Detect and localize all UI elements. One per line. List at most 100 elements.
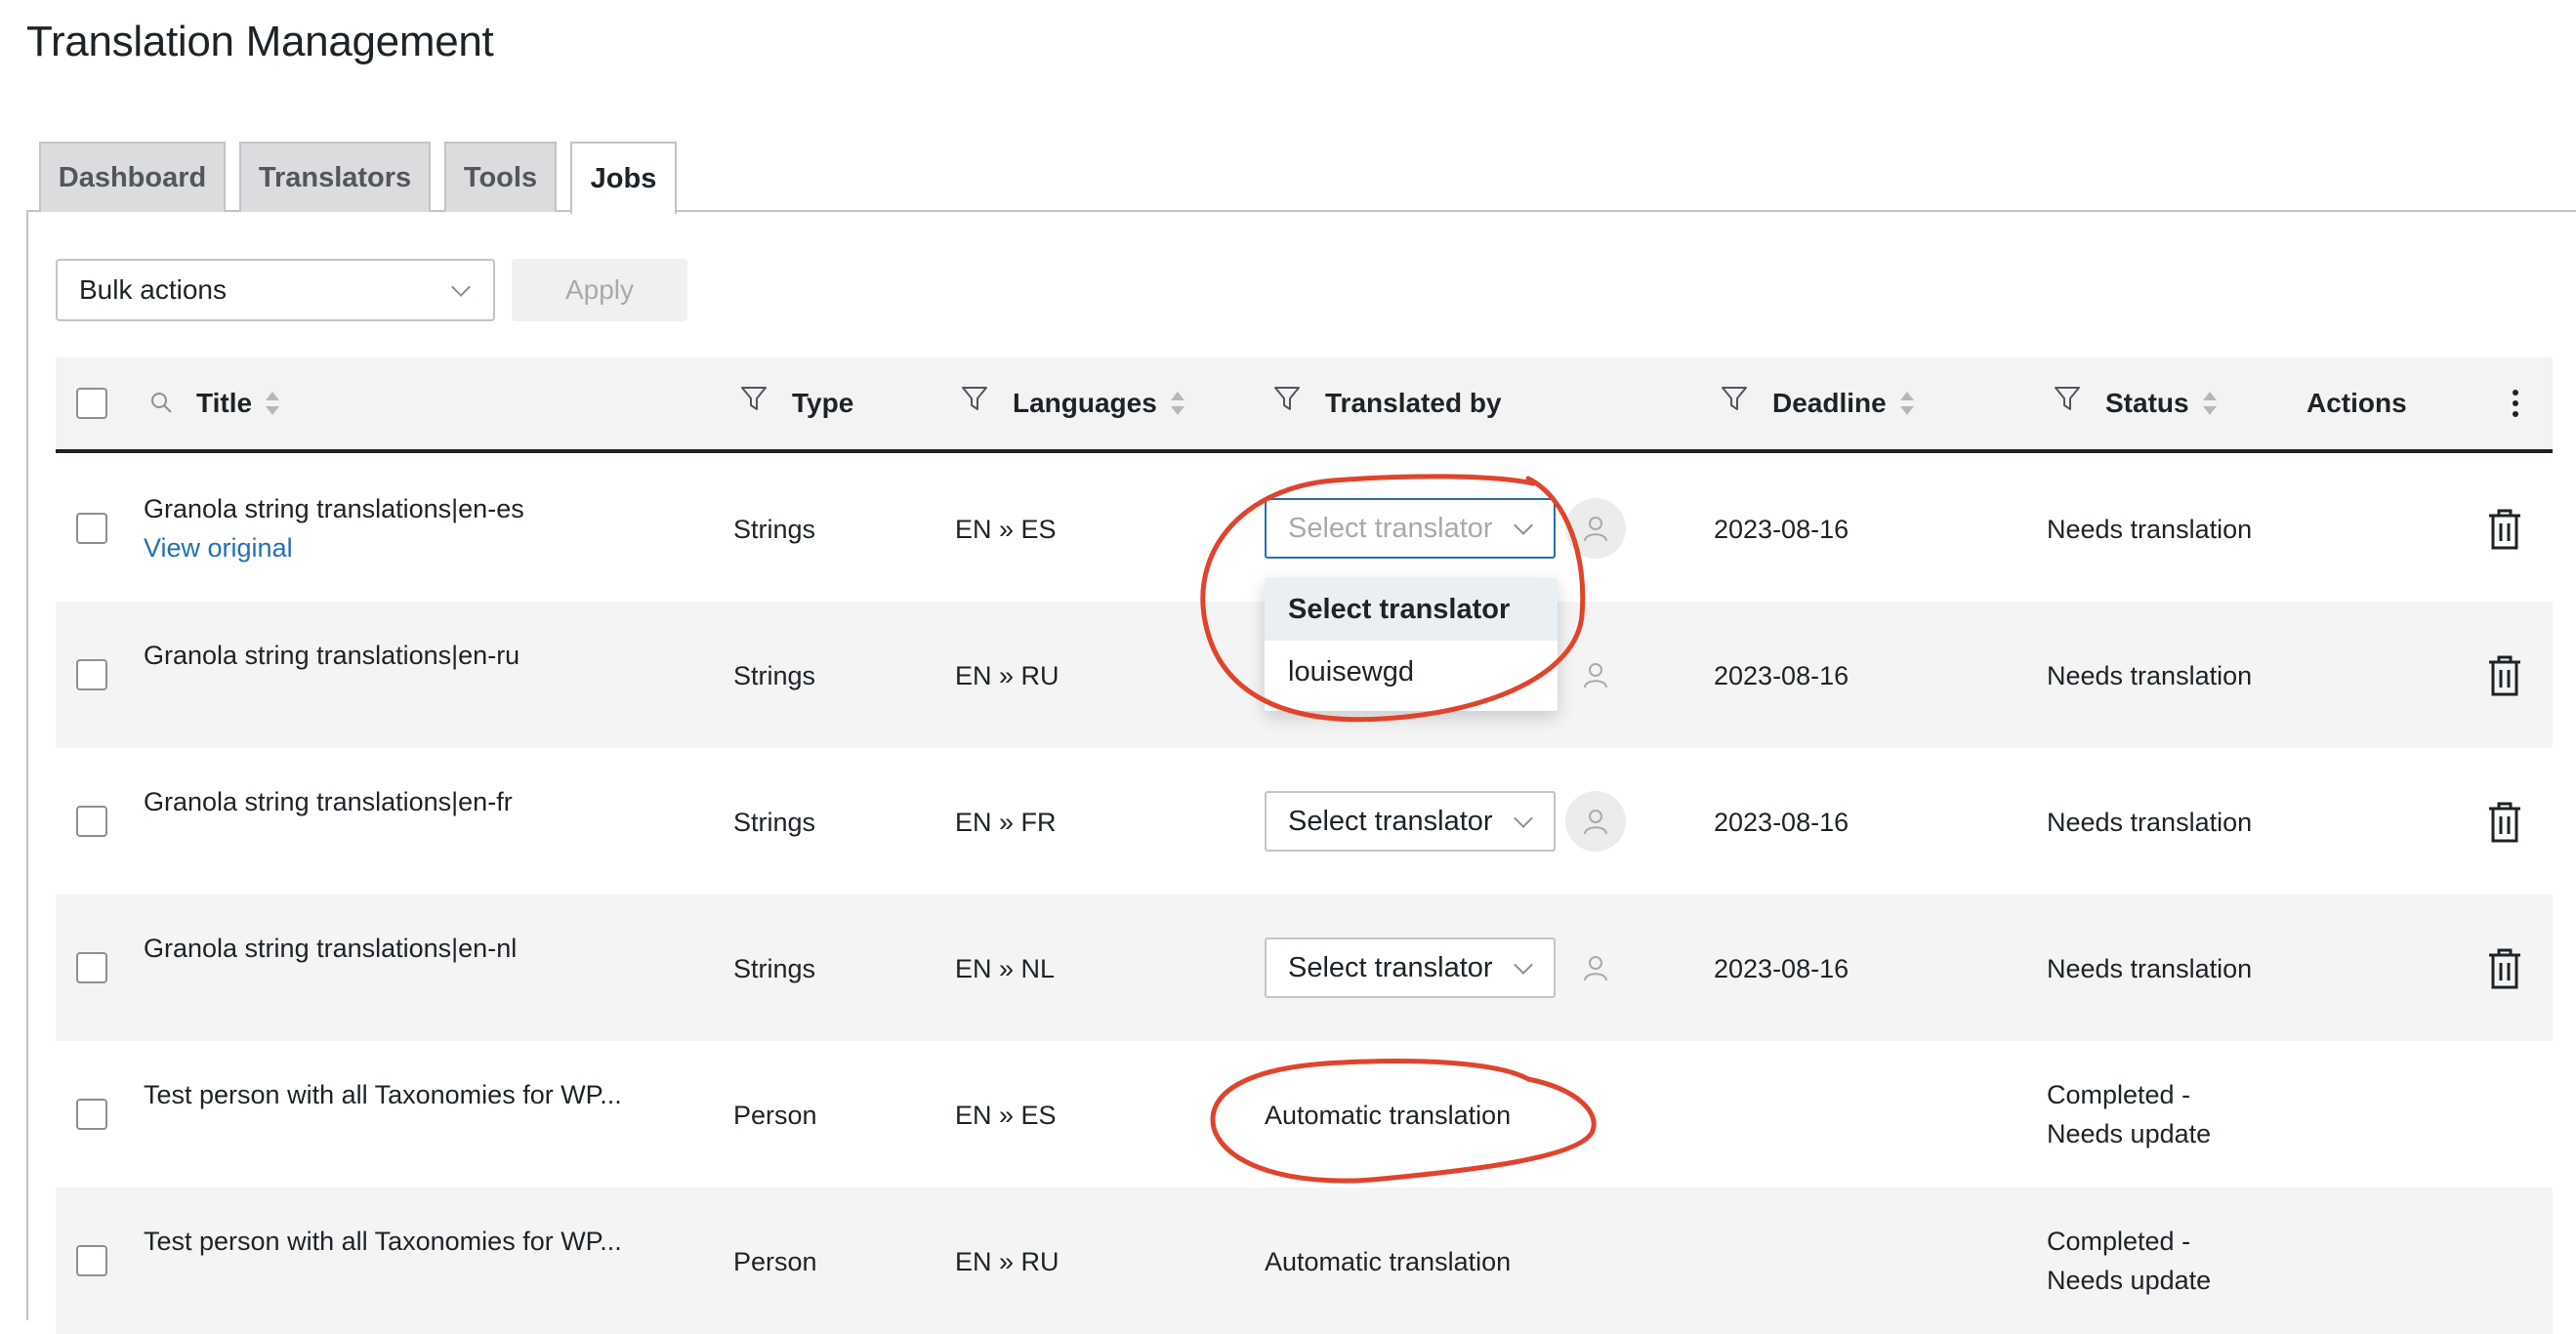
- bulk-actions-value: Bulk actions: [79, 274, 227, 305]
- chevron-down-icon: [1514, 955, 1533, 975]
- tab-translators[interactable]: Translators: [239, 142, 431, 212]
- row-translator-text: Automatic translation: [1265, 1247, 1512, 1276]
- row-translator-text: Automatic translation: [1265, 1101, 1512, 1130]
- bulk-actions-select[interactable]: Bulk actions: [56, 259, 495, 321]
- row-type: Person: [733, 1101, 817, 1130]
- filter-icon[interactable]: [1720, 384, 1749, 413]
- translator-select-value: Select translator: [1288, 512, 1493, 544]
- dropdown-option-select-translator[interactable]: Select translator: [1265, 578, 1558, 641]
- chevron-down-icon: [1514, 516, 1533, 535]
- row-deadline: 2023-08-16: [1714, 954, 1849, 983]
- header-title-label[interactable]: Title: [196, 388, 252, 419]
- row-checkbox[interactable]: [76, 806, 107, 837]
- user-icon[interactable]: [1565, 938, 1626, 998]
- row-status-line2: Needs update: [2047, 1119, 2212, 1148]
- header-status-label[interactable]: Status: [2105, 388, 2189, 419]
- user-icon[interactable]: [1565, 645, 1626, 705]
- user-icon[interactable]: [1565, 498, 1626, 559]
- row-type: Strings: [733, 661, 816, 690]
- trash-icon[interactable]: [2485, 654, 2524, 697]
- translator-select-value: Select translator: [1288, 951, 1493, 983]
- table-row: Test person with all Taxonomies for WP..…: [56, 1041, 2553, 1188]
- row-status: Completed -: [2047, 1080, 2191, 1109]
- trash-icon[interactable]: [2485, 508, 2524, 551]
- row-status: Needs translation: [2047, 661, 2253, 690]
- filter-icon[interactable]: [1272, 384, 1302, 413]
- chevron-down-icon: [451, 277, 471, 297]
- dropdown-option-louisewgd[interactable]: louisewgd: [1265, 641, 1558, 703]
- row-languages: EN » FR: [955, 808, 1057, 837]
- view-original-link[interactable]: View original: [144, 533, 293, 563]
- tab-dashboard[interactable]: Dashboard: [39, 142, 226, 212]
- row-checkbox[interactable]: [76, 659, 107, 690]
- row-languages: EN » ES: [955, 515, 1057, 544]
- row-deadline: 2023-08-16: [1714, 661, 1849, 690]
- table-header: Title Type Languages Translated by Deadl…: [56, 357, 2553, 453]
- header-actions-label: Actions: [2306, 388, 2407, 418]
- header-translated-by: Translated by: [1272, 357, 1502, 449]
- row-type: Strings: [733, 515, 816, 544]
- translator-select-value: Select translator: [1288, 805, 1493, 837]
- header-actions: Actions: [2306, 357, 2407, 449]
- trash-icon[interactable]: [2485, 947, 2524, 990]
- page-title: Translation Management: [26, 18, 494, 65]
- table-row: Test person with all Taxonomies for WP..…: [56, 1188, 2553, 1334]
- row-title: Granola string translations|en-es: [144, 494, 524, 523]
- row-checkbox[interactable]: [76, 952, 107, 983]
- table-row: Granola string translations|en-nl String…: [56, 895, 2553, 1041]
- row-status: Needs translation: [2047, 954, 2253, 983]
- row-type: Strings: [733, 954, 816, 983]
- header-languages-label[interactable]: Languages: [1013, 388, 1157, 419]
- search-icon[interactable]: [149, 391, 175, 416]
- sort-icon[interactable]: [1170, 389, 1184, 418]
- select-all-checkbox[interactable]: [76, 388, 107, 419]
- row-languages: EN » NL: [955, 954, 1056, 983]
- sort-icon[interactable]: [1899, 389, 1914, 418]
- row-status-line2: Needs update: [2047, 1266, 2212, 1295]
- row-checkbox[interactable]: [76, 1245, 107, 1276]
- sort-icon[interactable]: [2202, 389, 2217, 418]
- row-checkbox[interactable]: [76, 1099, 107, 1130]
- row-deadline: 2023-08-16: [1714, 515, 1849, 544]
- row-type: Strings: [733, 808, 816, 837]
- filter-icon[interactable]: [739, 384, 769, 413]
- sort-icon[interactable]: [266, 389, 280, 418]
- row-title: Granola string translations|en-ru: [144, 641, 520, 670]
- kebab-icon[interactable]: [2512, 389, 2519, 418]
- chevron-down-icon: [1514, 809, 1533, 828]
- row-status: Needs translation: [2047, 808, 2253, 837]
- filter-icon[interactable]: [2053, 384, 2082, 413]
- row-languages: EN » RU: [955, 661, 1059, 690]
- header-languages: Languages: [960, 357, 1184, 449]
- row-languages: EN » RU: [955, 1247, 1059, 1276]
- row-type: Person: [733, 1247, 817, 1276]
- header-type: Type: [739, 357, 853, 449]
- translator-select[interactable]: Select translator: [1265, 498, 1556, 559]
- content-left-border: [26, 210, 28, 1320]
- filter-icon[interactable]: [960, 384, 989, 413]
- row-deadline: 2023-08-16: [1714, 808, 1849, 837]
- table-row: Granola string translations|en-fr String…: [56, 748, 2553, 895]
- header-translated-by-label: Translated by: [1325, 388, 1502, 418]
- header-title: Title: [149, 357, 280, 449]
- translator-dropdown: Select translator louisewgd: [1265, 578, 1558, 711]
- header-type-label: Type: [792, 388, 854, 418]
- header-deadline-label[interactable]: Deadline: [1772, 388, 1887, 419]
- row-title: Granola string translations|en-nl: [144, 934, 518, 963]
- row-title: Test person with all Taxonomies for WP..…: [144, 1227, 622, 1256]
- row-languages: EN » ES: [955, 1101, 1057, 1130]
- header-status: Status: [2053, 357, 2217, 449]
- row-title: Test person with all Taxonomies for WP..…: [144, 1080, 622, 1109]
- user-icon[interactable]: [1565, 791, 1626, 852]
- apply-button[interactable]: Apply: [512, 259, 687, 321]
- trash-icon[interactable]: [2485, 801, 2524, 844]
- row-status: Completed -: [2047, 1227, 2191, 1256]
- row-checkbox[interactable]: [76, 513, 107, 544]
- tab-tools[interactable]: Tools: [444, 142, 557, 212]
- header-deadline: Deadline: [1720, 357, 1914, 449]
- row-status: Needs translation: [2047, 515, 2253, 544]
- row-title: Granola string translations|en-fr: [144, 787, 513, 816]
- translator-select[interactable]: Select translator: [1265, 938, 1556, 998]
- tab-jobs[interactable]: Jobs: [570, 142, 677, 214]
- translator-select[interactable]: Select translator: [1265, 791, 1556, 852]
